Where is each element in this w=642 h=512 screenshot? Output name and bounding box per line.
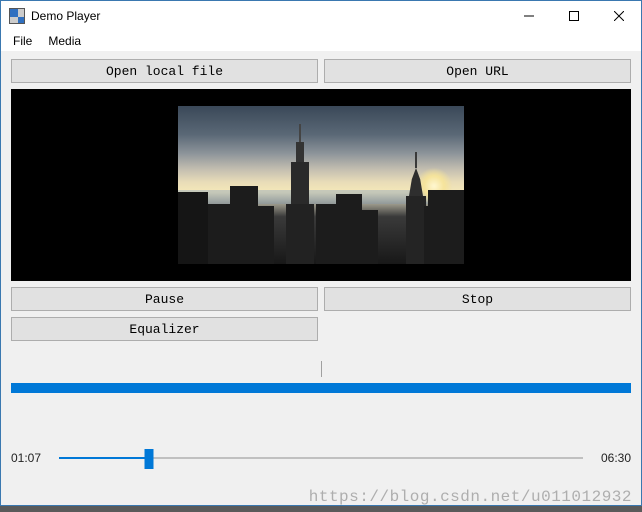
- titlebar: Demo Player: [1, 1, 641, 31]
- seek-slider[interactable]: [59, 448, 583, 468]
- equalizer-button[interactable]: Equalizer: [11, 317, 318, 341]
- volume-slider[interactable]: [11, 361, 631, 417]
- video-viewport: [11, 89, 631, 281]
- minimize-button[interactable]: [506, 2, 551, 31]
- open-row: Open local file Open URL: [11, 59, 631, 83]
- window-controls: [506, 2, 641, 31]
- open-url-button[interactable]: Open URL: [324, 59, 631, 83]
- equalizer-row: Equalizer: [11, 317, 631, 341]
- client-area: Open local file Open URL Pause Stop Eq: [1, 51, 641, 505]
- seek-thumb[interactable]: [145, 449, 154, 469]
- seek-row: 01:07 06:30: [11, 443, 631, 473]
- volume-track: [11, 383, 631, 393]
- menu-file[interactable]: File: [5, 32, 40, 50]
- maximize-button[interactable]: [551, 2, 596, 31]
- time-total: 06:30: [591, 451, 631, 465]
- playback-row: Pause Stop: [11, 287, 631, 311]
- window-title: Demo Player: [31, 9, 100, 23]
- open-local-file-button[interactable]: Open local file: [11, 59, 318, 83]
- time-elapsed: 01:07: [11, 451, 51, 465]
- stop-button[interactable]: Stop: [324, 287, 631, 311]
- app-icon: [9, 8, 25, 24]
- menubar: File Media: [1, 31, 641, 51]
- seek-fill: [59, 457, 149, 459]
- app-window: Demo Player File Media Open local file O…: [0, 0, 642, 506]
- menu-media[interactable]: Media: [40, 32, 89, 50]
- close-button[interactable]: [596, 2, 641, 31]
- video-frame: [178, 106, 464, 264]
- pause-button[interactable]: Pause: [11, 287, 318, 311]
- volume-center-tick: [321, 361, 322, 377]
